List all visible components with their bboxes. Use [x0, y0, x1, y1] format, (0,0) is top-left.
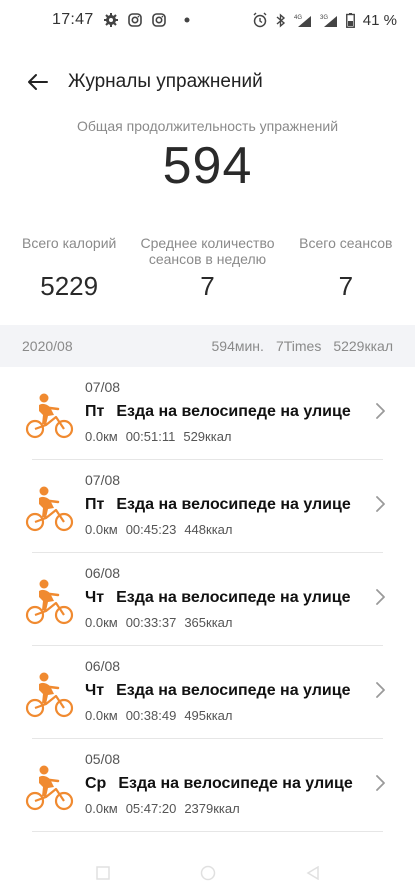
back-button[interactable] [18, 62, 58, 102]
workout-day: Ср [85, 775, 107, 792]
total-duration-summary: Общая продолжительность упражнений 594 [0, 118, 415, 192]
workout-list-item[interactable]: 06/08 Чт Езда на велосипеде на улице 0.0к… [25, 553, 385, 646]
stat-value: 7 [200, 271, 215, 301]
workout-distance: 0.0км [85, 615, 118, 630]
workout-kcal: 365ккал [184, 615, 233, 630]
chevron-right-icon [376, 775, 385, 791]
workout-meta: 0.0км 05:47:20 2379ккал [85, 801, 248, 816]
month-stats: 594мин. 7Times 5229ккал [212, 338, 394, 354]
workout-kcal: 529ккал [183, 429, 232, 444]
workout-title: Пт Езда на велосипеде на улице [85, 403, 351, 421]
chevron-right-icon [376, 589, 385, 605]
workout-list-item[interactable]: 05/08 Ср Езда на велосипеде на улице 0.0к… [25, 739, 385, 832]
workout-duration: 00:33:37 [125, 615, 177, 630]
chevron-right-icon [376, 403, 385, 419]
signal-3g-icon: 3G [320, 13, 338, 28]
cycling-icon [25, 393, 74, 439]
month-label: 2020/08 [22, 338, 73, 354]
workout-meta: 0.0км 00:51:11 529ккал [85, 429, 240, 444]
status-time: 17:47 [52, 11, 94, 28]
workout-date: 07/08 [85, 379, 121, 395]
stats-row: Всего калорий 5229 Среднее количество се… [0, 235, 415, 302]
workout-kcal: 495ккал [184, 708, 233, 723]
stat-total-sessions: Всего сеансов 7 [277, 235, 415, 302]
workout-kcal: 448ккал [184, 522, 233, 537]
status-bar: 17:47 4G 3G 41 % [0, 0, 415, 40]
stat-label: Всего калорий [21, 235, 117, 251]
stat-label: Среднее количество сеансов в неделю [140, 235, 275, 267]
signal-4g-icon: 4G [294, 13, 312, 28]
chevron-right-icon [376, 496, 385, 512]
workout-date: 06/08 [85, 658, 121, 674]
workout-type: Езда на велосипеде на улице [116, 403, 351, 420]
stat-label: Всего сеансов [299, 235, 393, 251]
status-right: 4G 3G 41 % [252, 12, 397, 29]
dot-icon [184, 17, 190, 23]
workout-distance: 0.0км [85, 801, 118, 816]
month-minutes: 594мин. [211, 338, 264, 354]
workout-type: Езда на велосипеде на улице [116, 496, 351, 513]
arrow-left-icon [28, 74, 48, 90]
workout-day: Пт [85, 403, 105, 420]
workout-duration: 00:38:49 [125, 708, 177, 723]
svg-text:4G: 4G [294, 15, 302, 21]
workout-day: Чт [85, 589, 105, 606]
workout-list-item[interactable]: 07/08 Пт Езда на велосипеде на улице 0.0к… [25, 367, 385, 460]
workout-date: 05/08 [85, 751, 121, 767]
app-header: Журналы упражнений [0, 56, 415, 108]
stat-value: 5229 [40, 271, 99, 301]
cycling-icon [25, 765, 74, 811]
gear-icon [103, 13, 118, 27]
system-nav-bar [0, 858, 415, 888]
workout-duration: 05:47:20 [125, 801, 177, 816]
workout-meta: 0.0км 00:33:37 365ккал [85, 615, 240, 630]
workout-meta: 0.0км 00:45:23 448ккал [85, 522, 240, 537]
chevron-right-icon [376, 682, 385, 698]
workout-title: Чт Езда на велосипеде на улице [85, 589, 350, 607]
workout-duration: 00:45:23 [125, 522, 177, 537]
workout-meta: 0.0км 00:38:49 495ккал [85, 708, 240, 723]
page-title: Журналы упражнений [68, 71, 263, 92]
workout-list-item[interactable]: 07/08 Пт Езда на велосипеде на улице 0.0к… [25, 460, 385, 553]
stat-value: 7 [338, 271, 354, 301]
instagram-icon [151, 13, 166, 27]
month-kcal: 5229ккал [333, 338, 393, 354]
cycling-icon [25, 579, 74, 625]
battery-icon [345, 12, 355, 28]
cycling-icon [25, 486, 74, 532]
workout-date: 06/08 [85, 565, 121, 581]
cycling-icon [25, 672, 74, 718]
workout-type: Езда на велосипеде на улице [116, 682, 351, 699]
status-left: 17:47 [52, 11, 190, 29]
stat-avg-sessions-per-week: Среднее количество сеансов в неделю 7 [138, 235, 276, 302]
bluetooth-icon [276, 12, 286, 28]
workout-date: 07/08 [85, 472, 121, 488]
workout-distance: 0.0км [85, 522, 118, 537]
workout-distance: 0.0км [85, 429, 118, 444]
total-duration-value: 594 [162, 137, 253, 195]
workout-title: Пт Езда на велосипеде на улице [85, 496, 351, 514]
alarm-icon [252, 12, 268, 28]
back-triangle-icon[interactable] [306, 866, 320, 880]
workout-day: Чт [85, 682, 105, 699]
battery-percent: 41 % [362, 11, 397, 29]
total-duration-label: Общая продолжительность упражнений [76, 118, 339, 134]
workout-list: 07/08 Пт Езда на велосипеде на улице 0.0к… [0, 367, 415, 832]
month-times: 7Times [275, 338, 322, 354]
workout-type: Езда на велосипеде на улице [116, 589, 351, 606]
home-icon[interactable] [200, 865, 216, 881]
workout-duration: 00:51:11 [125, 429, 176, 444]
workout-type: Езда на велосипеде на улице [118, 775, 353, 792]
stat-total-calories: Всего калорий 5229 [0, 235, 138, 302]
workout-day: Пт [85, 496, 105, 513]
workout-title: Чт Езда на велосипеде на улице [85, 682, 350, 700]
svg-text:3G: 3G [320, 15, 328, 21]
workout-kcal: 2379ккал [184, 801, 240, 816]
workout-list-item[interactable]: 06/08 Чт Езда на велосипеде на улице 0.0к… [25, 646, 385, 739]
month-summary-bar: 2020/08 594мин. 7Times 5229ккал [0, 325, 415, 367]
workout-title: Ср Езда на велосипеде на улице [85, 775, 353, 793]
instagram-icon [127, 13, 142, 27]
workout-distance: 0.0км [85, 708, 118, 723]
recent-apps-icon[interactable] [95, 866, 110, 880]
